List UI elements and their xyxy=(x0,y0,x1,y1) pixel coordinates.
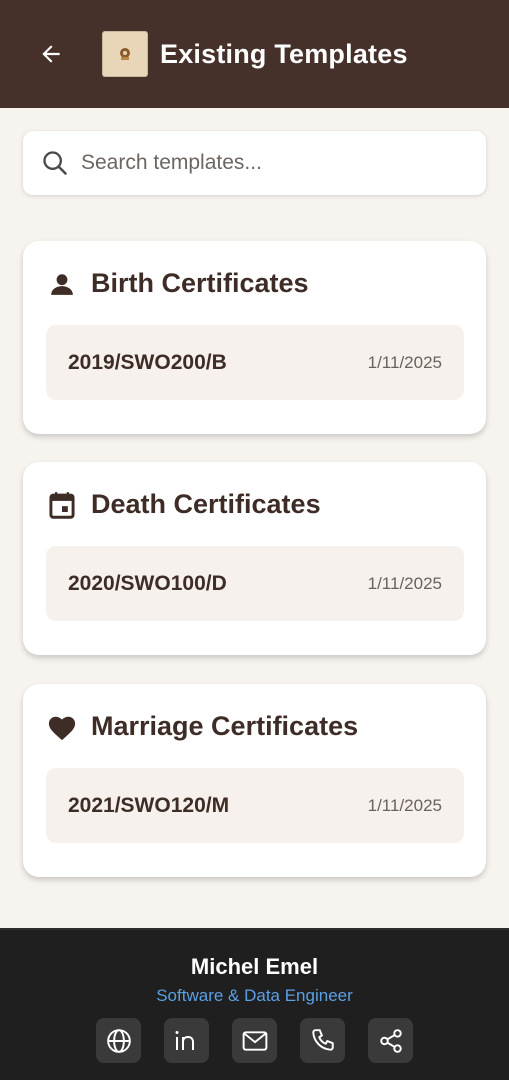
template-code: 2021/SWO120/M xyxy=(68,793,230,817)
template-item[interactable]: 2019/SWO200/B 1/11/2025 xyxy=(46,325,464,400)
template-date: 1/11/2025 xyxy=(367,352,442,372)
page-title: Existing Templates xyxy=(160,38,408,69)
template-item[interactable]: 2021/SWO120/M 1/11/2025 xyxy=(46,768,464,843)
section-card-marriage: Marriage Certificates 2021/SWO120/M 1/11… xyxy=(23,684,486,877)
social-links xyxy=(96,1018,413,1063)
heart-icon xyxy=(47,712,77,742)
phone-button[interactable] xyxy=(300,1018,345,1063)
share-icon xyxy=(379,1028,402,1053)
template-code: 2019/SWO200/B xyxy=(68,350,227,374)
template-date: 1/11/2025 xyxy=(367,573,442,593)
arrow-left-icon xyxy=(42,45,60,63)
search-icon xyxy=(43,151,67,175)
section-header: Birth Certificates xyxy=(47,268,309,299)
section-title: Marriage Certificates xyxy=(91,711,359,741)
globe-icon xyxy=(106,1028,131,1053)
app-logo xyxy=(102,31,148,77)
share-button[interactable] xyxy=(368,1018,413,1063)
linkedin-button[interactable] xyxy=(164,1018,209,1063)
template-item[interactable]: 2020/SWO100/D 1/11/2025 xyxy=(46,546,464,621)
mail-icon xyxy=(242,1030,267,1051)
section-header: Death Certificates xyxy=(47,489,321,520)
emblem-icon xyxy=(120,48,130,60)
linkedin-icon xyxy=(175,1030,194,1050)
top-app-bar: Existing Templates xyxy=(0,0,509,108)
calendar-icon xyxy=(47,490,77,520)
template-date: 1/11/2025 xyxy=(367,795,442,815)
back-button[interactable] xyxy=(36,39,66,69)
section-card-death: Death Certificates 2020/SWO100/D 1/11/20… xyxy=(23,462,486,655)
person-icon xyxy=(47,269,77,299)
section-title: Death Certificates xyxy=(91,489,321,519)
search-input[interactable] xyxy=(81,151,461,175)
email-button[interactable] xyxy=(232,1018,277,1063)
template-code: 2020/SWO100/D xyxy=(68,571,227,595)
website-button[interactable] xyxy=(96,1018,141,1063)
footer: Michel Emel Software & Data Engineer xyxy=(0,928,509,1080)
section-title: Birth Certificates xyxy=(91,268,309,298)
phone-icon xyxy=(311,1028,334,1051)
author-role: Software & Data Engineer xyxy=(156,986,353,1005)
author-name: Michel Emel xyxy=(190,954,319,979)
app-root: Existing Templates Birth Certificates 20… xyxy=(0,0,509,1080)
search-bar[interactable] xyxy=(23,131,486,195)
section-header: Marriage Certificates xyxy=(47,711,358,742)
section-card-birth: Birth Certificates 2019/SWO200/B 1/11/20… xyxy=(23,241,486,434)
